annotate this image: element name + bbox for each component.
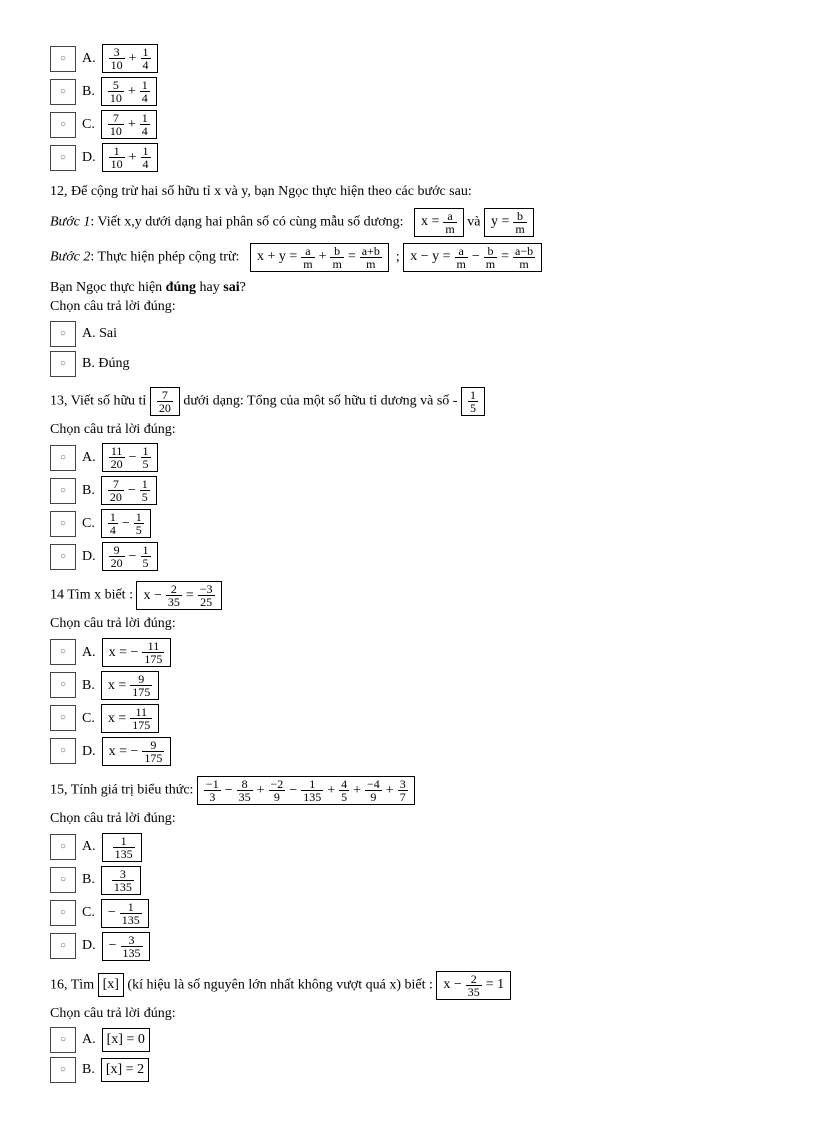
radio-q11d[interactable]: ○ (50, 145, 76, 171)
radio-q14a[interactable]: ○ (50, 639, 76, 665)
q15-options: ○A. 1135 ○B. 3135 ○C. −1135 ○D. −3135 (50, 833, 766, 961)
radio-q13d[interactable]: ○ (50, 544, 76, 570)
eq-sum: x + y = am + bm = a+bm (250, 243, 389, 272)
eq-x: x = am (414, 208, 464, 237)
q12-option-a: ○ A. Sai (50, 321, 766, 347)
q12-ask: Bạn Ngọc thực hiện đúng hay sai? (50, 278, 766, 298)
radio-q14c[interactable]: ○ (50, 705, 76, 731)
q11-options: ○ A. 310 + 14 ○ B. 510 + 14 ○ C. 710 + 1… (50, 44, 766, 172)
q13-text: 13, Viết số hữu tỉ 720 dưới dạng: Tổng c… (50, 387, 766, 416)
q11-option-b: ○ B. 510 + 14 (50, 77, 766, 106)
radio-q11c[interactable]: ○ (50, 112, 76, 138)
radio-q15c[interactable]: ○ (50, 900, 76, 926)
radio-q15d[interactable]: ○ (50, 933, 76, 959)
q11-option-c: ○ C. 710 + 14 (50, 110, 766, 139)
q13-options: ○A. 1120 − 15 ○B. 720 − 15 ○C. 14 − 15 ○… (50, 443, 766, 571)
radio-q14d[interactable]: ○ (50, 738, 76, 764)
radio-q12b[interactable]: ○ (50, 351, 76, 377)
q11-option-d: ○ D. 110 + 14 (50, 143, 766, 172)
q12-step1: Bước 1: Viết x,y dưới dạng hai phân số c… (50, 208, 766, 237)
q15-text: 15, Tính giá trị biểu thức: −13 − 835 + … (50, 776, 766, 805)
q12-intro: 12, Để cộng trừ hai số hữu tỉ x và y, bạ… (50, 182, 766, 202)
q14-text: 14 Tìm x biết : x − 235 = −325 (50, 581, 766, 610)
label-a: A. (82, 49, 96, 69)
q11-option-a: ○ A. 310 + 14 (50, 44, 766, 73)
q16-choose: Chọn câu trả lời đúng: (50, 1004, 766, 1024)
q12-step2: Bước 2: Thực hiện phép cộng trừ: x + y =… (50, 243, 766, 272)
expr-q11a: 310 + 14 (102, 44, 158, 73)
eq-y: y = bm (484, 208, 534, 237)
q15-choose: Chọn câu trả lời đúng: (50, 809, 766, 829)
radio-q15b[interactable]: ○ (50, 867, 76, 893)
q13-choose: Chọn câu trả lời đúng: (50, 420, 766, 440)
q14-choose: Chọn câu trả lời đúng: (50, 614, 766, 634)
radio-q14b[interactable]: ○ (50, 672, 76, 698)
q16-text: 16, Tìm [x] (kí hiệu là số nguyên lớn nh… (50, 971, 766, 1000)
q16-options: ○A. [x] = 0 ○B. [x] = 2 (50, 1027, 766, 1083)
q12-option-b: ○ B. Đúng (50, 351, 766, 377)
radio-q16a[interactable]: ○ (50, 1027, 76, 1053)
q12-choose: Chọn câu trả lời đúng: (50, 297, 766, 317)
radio-q13c[interactable]: ○ (50, 511, 76, 537)
radio-q11b[interactable]: ○ (50, 79, 76, 105)
radio-q13b[interactable]: ○ (50, 478, 76, 504)
q14-options: ○A. x = − 11175 ○B. x = 9175 ○C. x = 111… (50, 638, 766, 766)
radio-q13a[interactable]: ○ (50, 445, 76, 471)
eq-diff: x − y = am − bm = a−bm (403, 243, 542, 272)
radio-q12a[interactable]: ○ (50, 321, 76, 347)
radio-q15a[interactable]: ○ (50, 834, 76, 860)
radio-q16b[interactable]: ○ (50, 1057, 76, 1083)
q15-expr: −13 − 835 + −29 − 1135 + 45 + −49 + 37 (197, 776, 415, 805)
radio-q11a[interactable]: ○ (50, 46, 76, 72)
